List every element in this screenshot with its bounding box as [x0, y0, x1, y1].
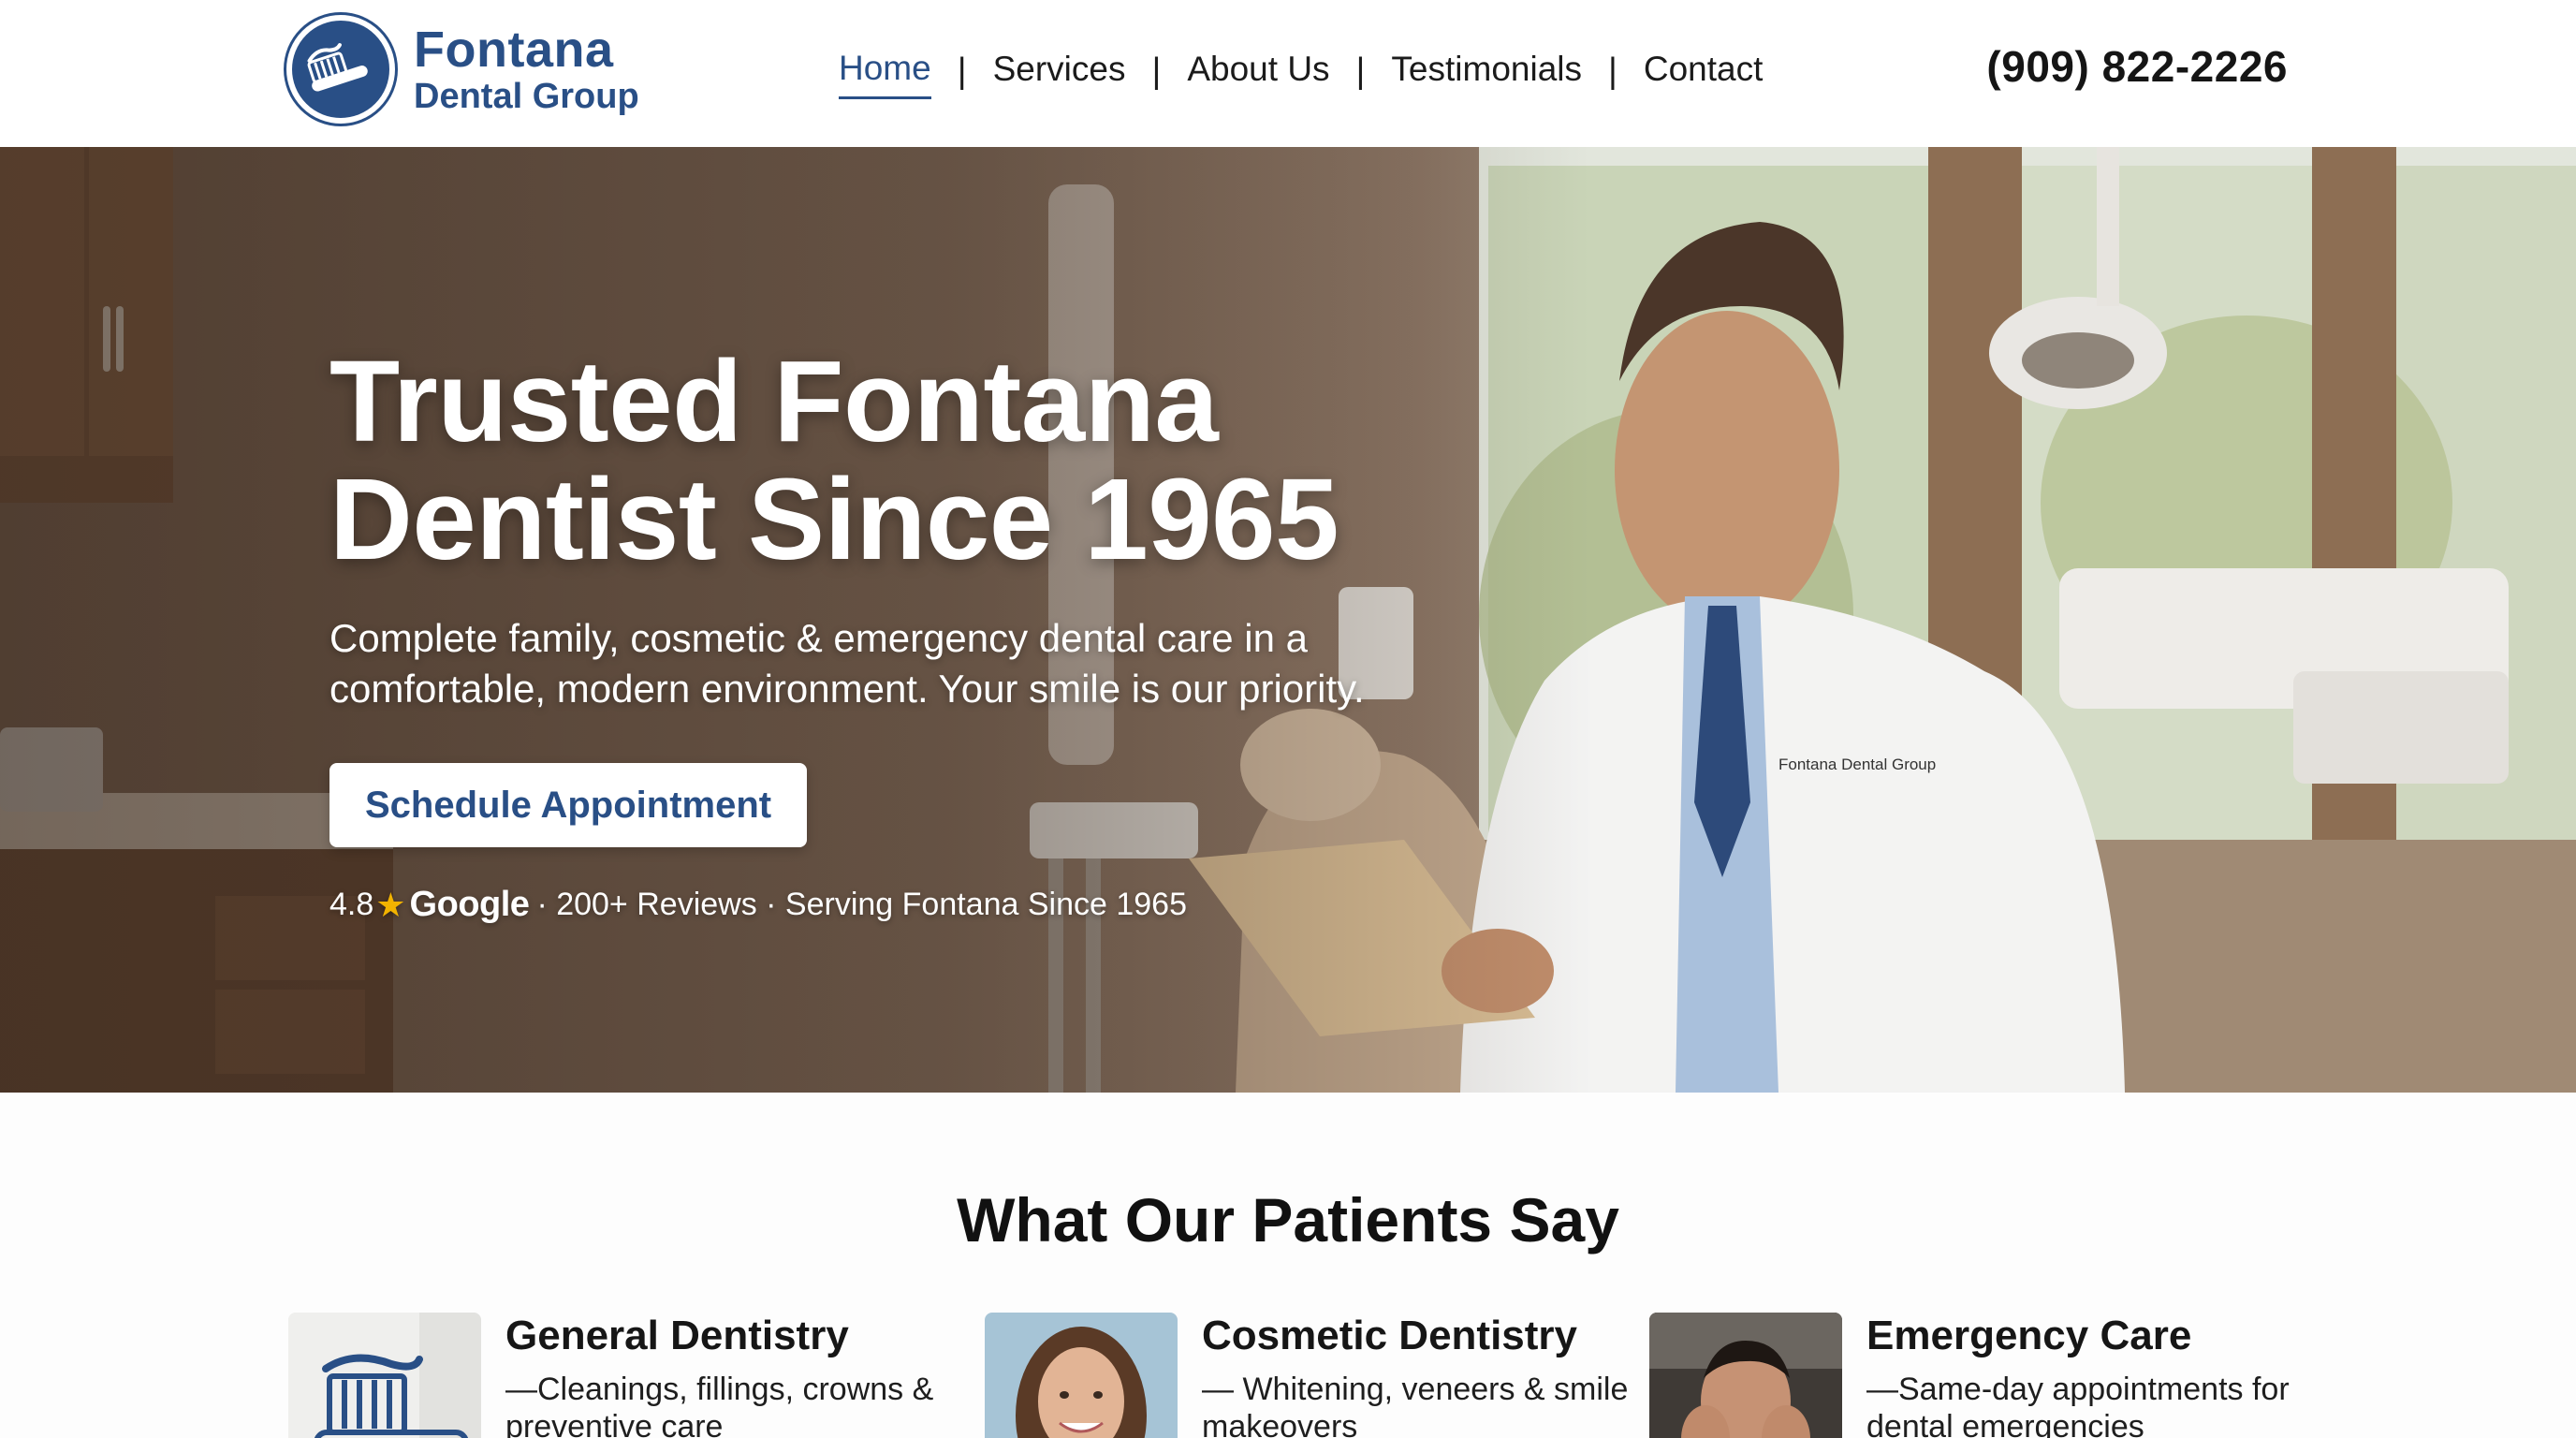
hero-subtitle-line-2: comfortable, modern environment. Your sm…	[329, 667, 1365, 711]
hero-title-line-2: Dentist Since 1965	[329, 456, 1339, 584]
nav-separator: |	[1151, 51, 1162, 91]
service-card-general[interactable]: General Dentistry —Cleanings, fillings, …	[288, 1313, 945, 1438]
toothbrush-icon	[288, 1313, 481, 1438]
card-description: — Whitening, veneers & smile makeovers	[1202, 1372, 1629, 1438]
site-header: Fontana Dental Group Home | Services | A…	[0, 0, 2576, 147]
card-body: General Dentistry —Cleanings, fillings, …	[505, 1313, 945, 1438]
hero-title-line-1: Trusted Fontana	[329, 338, 1219, 466]
hero-title: Trusted Fontana Dentist Since 1965	[329, 344, 1453, 580]
google-logo: Google	[409, 885, 530, 924]
hero-content: Trusted Fontana Dentist Since 1965 Compl…	[329, 344, 1453, 925]
nav-contact-link[interactable]: Contact	[1644, 45, 1764, 97]
brand-name: Fontana	[414, 22, 614, 78]
star-icon: ★	[375, 885, 406, 924]
card-body: Cosmetic Dentistry — Whitening, veneers …	[1202, 1313, 1642, 1438]
rating-details: · 200+ Reviews · Serving Fontana Since 1…	[536, 887, 1187, 922]
rating-value: 4.8	[329, 887, 374, 922]
hero-subtitle-line-1: Complete family, cosmetic & emergency de…	[329, 616, 1308, 660]
nav-separator: |	[957, 51, 967, 91]
hero-subtitle: Complete family, cosmetic & emergency de…	[329, 613, 1453, 714]
schedule-appointment-button[interactable]: Schedule Appointment	[329, 763, 808, 847]
rating-summary: 4.8 ★ Google · 200+ Reviews · Serving Fo…	[329, 885, 1453, 925]
service-card-emergency[interactable]: Emergency Care —Same-day appointments fo…	[1649, 1313, 2306, 1438]
brand-wordmark: Fontana Dental Group	[414, 24, 639, 114]
nav-services-link[interactable]: Services	[993, 45, 1126, 97]
hero-section: Fontana Dental Group Trusted Fontana Den…	[0, 147, 2576, 1093]
phone-number-link[interactable]: (909) 822-2226	[1986, 41, 2288, 92]
smiling-woman-photo	[985, 1313, 1178, 1438]
nav-about-link[interactable]: About Us	[1187, 45, 1329, 97]
card-body: Emergency Care —Same-day appointments fo…	[1866, 1313, 2306, 1438]
card-title: General Dentistry	[505, 1313, 849, 1358]
card-description: —Cleanings, fillings, crowns & preventiv…	[505, 1372, 934, 1438]
card-title: Emergency Care	[1866, 1313, 2192, 1358]
coat-label: Fontana Dental Group	[1778, 756, 1936, 773]
service-cards: General Dentistry —Cleanings, fillings, …	[288, 1313, 2291, 1438]
nav-separator: |	[1355, 51, 1366, 91]
nav-separator: |	[1608, 51, 1617, 91]
main-nav: Home | Services | About Us | Testimonial…	[839, 45, 1764, 99]
section-title: What Our Patients Say	[957, 1185, 1619, 1255]
card-title: Cosmetic Dentistry	[1202, 1313, 1578, 1358]
service-card-cosmetic[interactable]: Cosmetic Dentistry — Whitening, veneers …	[985, 1313, 1642, 1438]
toothbrush-icon	[286, 15, 395, 124]
nav-testimonials-link[interactable]: Testimonials	[1391, 45, 1582, 97]
brand-subtitle: Dental Group	[414, 77, 639, 116]
nav-home-link[interactable]: Home	[839, 44, 931, 99]
card-description: —Same-day appointments for dental emerge…	[1866, 1372, 2290, 1438]
man-with-toothache-photo	[1649, 1313, 1842, 1438]
brand-logo[interactable]: Fontana Dental Group	[286, 15, 639, 124]
